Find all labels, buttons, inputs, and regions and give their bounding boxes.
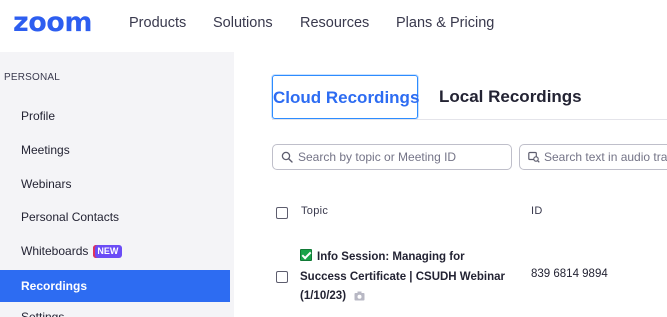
column-header-id: ID — [531, 205, 543, 217]
search-icon — [281, 151, 293, 163]
sidebar-section-title: PERSONAL — [4, 72, 61, 83]
camera-icon — [354, 291, 365, 301]
row-checkbox[interactable] — [276, 271, 288, 283]
zoom-logo[interactable]: zoom — [13, 8, 92, 38]
audio-transcript-search-input[interactable]: Search text in audio tra — [519, 144, 667, 170]
topic-line-3: (1/10/23) — [300, 290, 347, 302]
sidebar-item-profile[interactable]: Profile — [0, 100, 230, 132]
nav-resources[interactable]: Resources — [300, 14, 369, 32]
tabs-divider — [272, 119, 667, 120]
column-header-topic: Topic — [301, 205, 329, 217]
tab-cloud-recordings[interactable]: Cloud Recordings — [272, 75, 419, 119]
meeting-id: 839 6814 9894 — [531, 268, 608, 280]
recording-topic-link[interactable]: Info Session: Managing for Success Certi… — [300, 248, 520, 307]
topic-search-input[interactable]: Search by topic or Meeting ID — [272, 144, 512, 170]
sidebar-item-label: Whiteboards — [21, 244, 89, 258]
top-navigation: zoom Products Solutions Resources Plans … — [0, 0, 667, 48]
transcript-search-icon — [528, 151, 540, 163]
sidebar-item-label: Profile — [21, 109, 56, 123]
nav-solutions[interactable]: Solutions — [213, 14, 273, 32]
sidebar-item-whiteboards[interactable]: Whiteboards NEW — [0, 235, 230, 267]
sidebar-item-recordings[interactable]: Recordings — [0, 270, 230, 302]
new-badge: NEW — [93, 245, 123, 258]
tab-local-recordings[interactable]: Local Recordings — [439, 75, 582, 119]
sidebar-item-label: Personal Contacts — [21, 210, 120, 224]
sidebar-item-settings[interactable]: Settings — [21, 310, 64, 317]
search-placeholder: Search by topic or Meeting ID — [298, 150, 457, 164]
topic-line-1: Info Session: Managing for — [317, 251, 465, 263]
topic-line-2: Success Certificate | CSUDH Webinar — [300, 270, 505, 283]
nav-products[interactable]: Products — [129, 14, 186, 32]
sidebar-item-label: Recordings — [21, 279, 88, 293]
search-placeholder: Search text in audio tra — [544, 150, 667, 164]
sidebar-item-personal-contacts[interactable]: Personal Contacts — [0, 201, 230, 233]
select-all-checkbox[interactable] — [276, 207, 288, 219]
sidebar-item-meetings[interactable]: Meetings — [0, 134, 230, 166]
sidebar-item-label: Webinars — [21, 177, 72, 191]
sidebar-item-label: Meetings — [21, 143, 70, 157]
nav-plans-pricing[interactable]: Plans & Pricing — [396, 14, 494, 32]
sidebar-item-webinars[interactable]: Webinars — [0, 168, 230, 200]
green-check-icon — [300, 249, 312, 261]
